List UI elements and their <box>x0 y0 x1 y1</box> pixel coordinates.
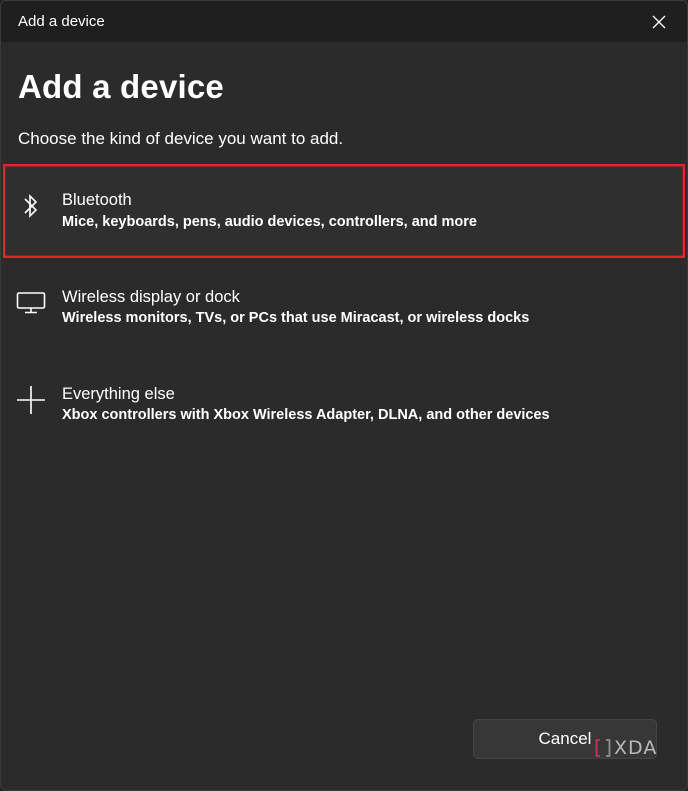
option-label: Everything else <box>62 385 175 403</box>
close-button[interactable] <box>637 5 681 39</box>
xda-watermark: XDA <box>595 737 657 759</box>
bluetooth-icon <box>15 190 47 222</box>
add-device-dialog: Add a device Add a device Choose the kin… <box>0 0 688 791</box>
option-description: Mice, keyboards, pens, audio devices, co… <box>62 214 477 230</box>
option-description: Wireless monitors, TVs, or PCs that use … <box>62 310 530 326</box>
plus-icon <box>15 384 47 416</box>
option-bluetooth[interactable]: Bluetooth Mice, keyboards, pens, audio d… <box>3 164 685 258</box>
option-everything-else[interactable]: Everything else Xbox controllers with Xb… <box>3 358 685 452</box>
option-description: Xbox controllers with Xbox Wireless Adap… <box>62 407 550 423</box>
window-title: Add a device <box>18 13 105 30</box>
xda-logo-icon <box>595 739 611 757</box>
monitor-icon <box>15 287 47 319</box>
close-icon <box>652 15 666 29</box>
cancel-label: Cancel <box>538 729 592 748</box>
watermark-text: XDA <box>614 737 658 759</box>
page-heading: Add a device <box>18 68 224 105</box>
option-label: Wireless display or dock <box>62 288 240 306</box>
title-bar: Add a device <box>1 1 687 42</box>
page-subtitle: Choose the kind of device you want to ad… <box>18 129 344 148</box>
option-label: Bluetooth <box>62 191 132 209</box>
option-wireless-display[interactable]: Wireless display or dock Wireless monito… <box>3 261 685 355</box>
